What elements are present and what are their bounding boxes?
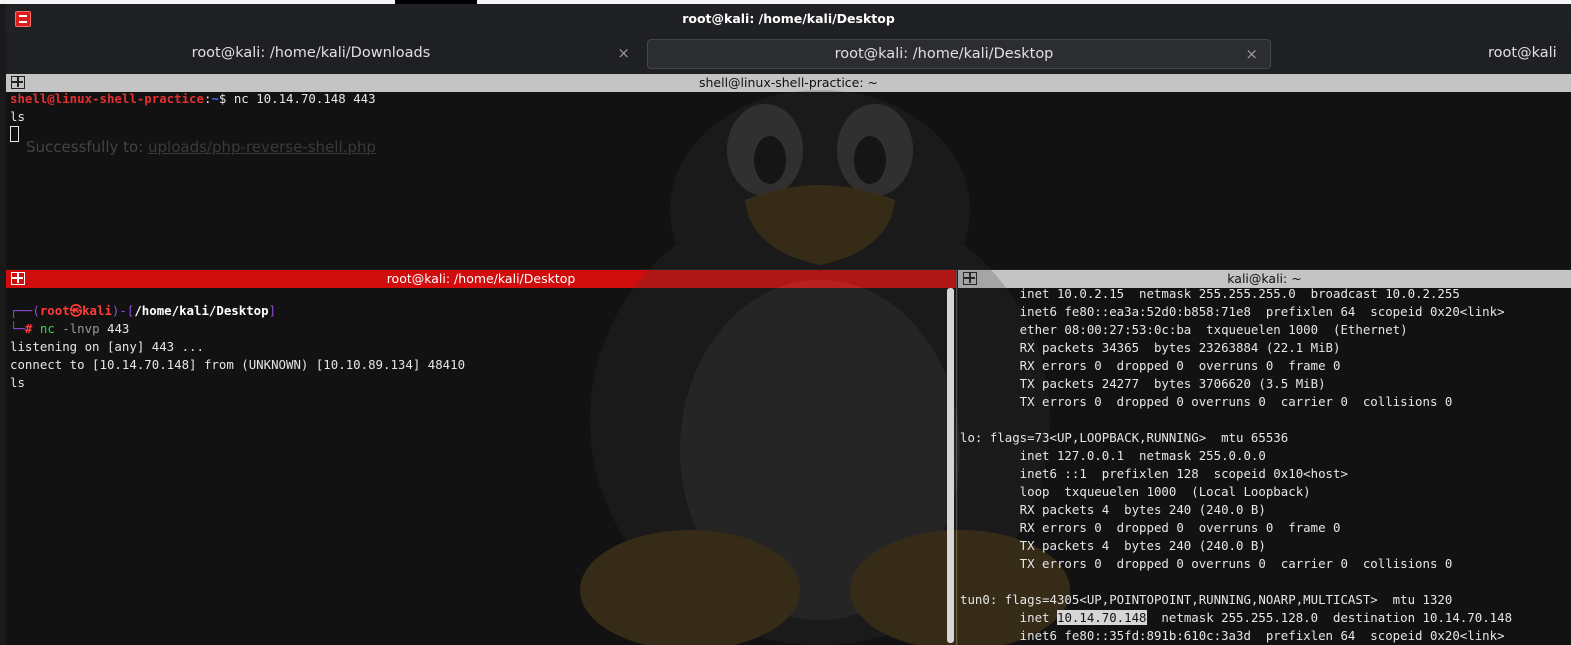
tab-label: root@kali: /home/kali/Downloads	[191, 45, 431, 61]
terminal-top-output[interactable]: shell@linux-shell-practice:~$ nc 10.14.7…	[10, 90, 376, 144]
output-line: TX errors 0 dropped 0 overruns 0 carrier…	[960, 556, 1453, 571]
pane-title: root@kali: /home/kali/Desktop	[386, 271, 576, 286]
tab-label: root@kali: /home/kali/Desktop	[834, 46, 1054, 62]
command-args: -lnvp	[54, 321, 100, 336]
pane-header-active[interactable]: root@kali: /home/kali/Desktop	[6, 270, 956, 288]
output-line: tun0: flags=4305<UP,POINTOPOINT,RUNNING,…	[960, 592, 1453, 607]
prompt-close: ]	[268, 303, 277, 318]
output-line: TX errors 0 dropped 0 overruns 0 carrier…	[960, 394, 1453, 409]
output-line: RX errors 0 dropped 0 overruns 0 frame 0	[960, 520, 1341, 535]
window-title: root@kali: /home/kali/Desktop	[682, 11, 895, 26]
output-line: listening on [any] 443 ...	[10, 339, 204, 354]
prompt-mid: )-[	[111, 303, 135, 318]
pane-title: kali@kali: ~	[1227, 271, 1302, 286]
output-line: loop txqueuelen 1000 (Local Loopback)	[960, 484, 1311, 499]
command-name: nc	[39, 321, 55, 336]
prompt-line2: └─	[10, 321, 25, 336]
output-line: inet6 fe80::35fd:891b:610c:3a3d prefixle…	[960, 628, 1505, 643]
output-line: inet6 ::1 prefixlen 128 scopeid 0x10<hos…	[960, 466, 1348, 481]
prompt-path: ~	[211, 91, 219, 106]
output-line: ls	[10, 375, 25, 390]
close-icon[interactable]: ×	[617, 44, 630, 62]
output-line: RX packets 34365 bytes 23263884 (22.1 Mi…	[960, 340, 1341, 355]
tab-label: root@kali	[1488, 45, 1557, 61]
tab-kali[interactable]: root@kali	[1488, 39, 1571, 69]
output-line: inet6 fe80::ea3a:52d0:b858:71e8 prefixle…	[960, 304, 1505, 319]
command-port: 443	[99, 321, 130, 336]
tab-desktop[interactable]: root@kali: /home/kali/Desktop ×	[647, 39, 1271, 69]
tun-inet-rest: netmask 255.255.128.0 destination 10.14.…	[1146, 610, 1513, 625]
terminal-right-output[interactable]: inet 10.0.2.15 netmask 255.255.255.0 bro…	[960, 285, 1512, 645]
output-line: RX packets 4 bytes 240 (240.0 B)	[960, 502, 1266, 517]
left-pane-scrollbar[interactable]	[947, 288, 954, 643]
text-cursor	[10, 126, 19, 142]
pane-title: shell@linux-shell-practice: ~	[698, 75, 879, 90]
selected-ip-text[interactable]: 10.14.70.148	[1056, 610, 1147, 625]
output-line: TX packets 4 bytes 240 (240.0 B)	[960, 538, 1266, 553]
command-text: nc 10.14.70.148 443	[226, 91, 376, 106]
tab-downloads[interactable]: root@kali: /home/kali/Downloads ×	[10, 39, 642, 69]
output-line: lo: flags=73<UP,LOOPBACK,RUNNING> mtu 65…	[960, 430, 1289, 445]
output-line: connect to [10.14.70.148] from (UNKNOWN)…	[10, 357, 466, 372]
prompt-path: /home/kali/Desktop	[134, 303, 269, 318]
output-line: inet 127.0.0.1 netmask 255.0.0.0	[960, 448, 1266, 463]
prompt-user: shell@linux-shell-practice	[10, 91, 204, 106]
window-titlebar[interactable]: root@kali: /home/kali/Desktop	[6, 4, 1571, 34]
tun-inet-prefix: inet	[960, 610, 1057, 625]
close-icon[interactable]: ×	[1245, 45, 1258, 63]
output-line: RX errors 0 dropped 0 overruns 0 frame 0	[960, 358, 1341, 373]
tab-bar: root@kali: /home/kali/Downloads × root@k…	[6, 34, 1571, 74]
output-line: ls	[10, 109, 25, 124]
output-line: inet 10.0.2.15 netmask 255.255.255.0 bro…	[960, 286, 1460, 301]
prompt-open: ┌──(	[10, 303, 40, 318]
prompt-at: ㉿	[69, 303, 83, 318]
terminal-left-output[interactable]: ┌──(root㉿kali)-[/home/kali/Desktop] └─# …	[10, 302, 465, 392]
output-line: ether 08:00:27:53:0c:ba txqueuelen 1000 …	[960, 322, 1408, 337]
output-line: TX packets 24277 bytes 3706620 (3.5 MiB)	[960, 376, 1326, 391]
prompt-hash: #	[24, 321, 33, 336]
prompt-user: root	[39, 303, 70, 318]
prompt-host: kali	[82, 303, 112, 318]
